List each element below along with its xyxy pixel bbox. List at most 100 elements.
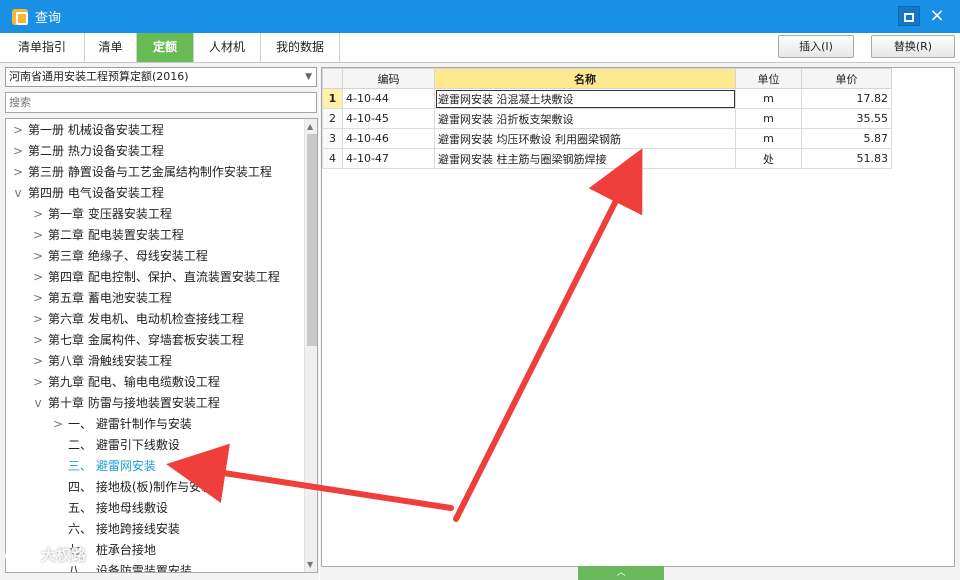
price-cell[interactable]: 51.83: [801, 148, 892, 169]
unit-cell[interactable]: m: [735, 108, 802, 129]
maximize-icon: [904, 13, 914, 22]
chevron-right-icon[interactable]: >: [31, 225, 45, 246]
table-row[interactable]: 1 4-10-44 避雷网安装 沿混凝土块敷设 m 17.82: [322, 88, 892, 109]
row-number-header[interactable]: [322, 68, 343, 89]
tree-item[interactable]: > 第四章 配电控制、保护、直流装置安装工程: [31, 267, 280, 288]
tree-item-label: 第四册 电气设备安装工程: [28, 186, 164, 200]
tree-item-label: 二、 避雷引下线敷设: [68, 438, 180, 452]
table-row[interactable]: 3 4-10-46 避雷网安装 均压环敷设 利用圈梁钢筋 m 5.87: [322, 128, 892, 149]
scroll-down-icon[interactable]: ▼: [307, 560, 313, 569]
unit-cell[interactable]: m: [735, 88, 802, 109]
tree-item[interactable]: > 一、 避雷针制作与安装: [51, 414, 192, 435]
tab-my-data[interactable]: 我的数据: [261, 33, 340, 62]
tree-item-label: 第七章 金属构件、穿墙套板安装工程: [48, 333, 244, 347]
tree-item[interactable]: 五、 接地母线敷设: [51, 498, 168, 519]
tree-item[interactable]: v 第四册 电气设备安装工程: [11, 183, 164, 204]
chevron-right-icon[interactable]: >: [11, 162, 25, 183]
tree-item[interactable]: > 第七章 金属构件、穿墙套板安装工程: [31, 330, 244, 351]
tree-item[interactable]: 六、 接地跨接线安装: [51, 519, 180, 540]
tree-item[interactable]: > 第一册 机械设备安装工程: [11, 120, 164, 141]
scroll-thumb[interactable]: [307, 134, 317, 346]
top-toolbar: 清单指引 清单 定额 人材机 我的数据 插入(I) 替换(R): [0, 33, 960, 63]
tree-item-label: 第一章 变压器安装工程: [48, 207, 172, 221]
tab-list-guide[interactable]: 清单指引: [0, 33, 85, 62]
unit-cell[interactable]: 处: [735, 148, 802, 169]
chevron-right-icon[interactable]: >: [11, 120, 25, 141]
code-header[interactable]: 编码: [342, 68, 435, 89]
tree-item[interactable]: 三、 避雷网安装: [51, 456, 156, 477]
chevron-right-icon[interactable]: >: [31, 309, 45, 330]
tree-item-label: 一、 避雷针制作与安装: [68, 417, 192, 431]
tree-item-label: 第五章 蓄电池安装工程: [48, 291, 172, 305]
window-titlebar: 查询 ×: [0, 0, 960, 33]
code-cell[interactable]: 4-10-46: [342, 128, 435, 149]
chevron-right-icon[interactable]: >: [31, 288, 45, 309]
row-number[interactable]: 3: [322, 128, 343, 149]
tab-labor-material-machine[interactable]: 人材机: [194, 33, 261, 62]
chevron-right-icon[interactable]: >: [31, 351, 45, 372]
search-input[interactable]: [5, 92, 317, 113]
tree-item[interactable]: 四、 接地极(板)制作与安装: [51, 477, 213, 498]
tree-item[interactable]: > 第九章 配电、输电电缆敷设工程: [31, 372, 220, 393]
tree-item-label: 六、 接地跨接线安装: [68, 522, 180, 536]
tree-item[interactable]: > 第二章 配电装置安装工程: [31, 225, 184, 246]
price-cell[interactable]: 17.82: [801, 88, 892, 109]
replace-button[interactable]: 替换(R): [871, 35, 955, 58]
tree-item-label: 第十章 防雷与接地装置安装工程: [48, 396, 220, 410]
watermark-logo-icon: [5, 546, 33, 565]
row-number[interactable]: 4: [322, 148, 343, 169]
tree-item-label: 第二册 热力设备安装工程: [28, 144, 164, 158]
name-cell[interactable]: 避雷网安装 沿折板支架敷设: [434, 108, 736, 129]
table-row[interactable]: 2 4-10-45 避雷网安装 沿折板支架敷设 m 35.55: [322, 108, 892, 129]
tree-item[interactable]: v 第十章 防雷与接地装置安装工程: [31, 393, 220, 414]
code-cell[interactable]: 4-10-44: [342, 88, 435, 109]
name-cell[interactable]: 避雷网安装 沿混凝土块敷设: [434, 88, 736, 109]
tree-item-label: 第三册 静置设备与工艺金属结构制作安装工程: [28, 165, 272, 179]
quota-table: 编码 名称 单位 单价 1 4-10-44 避雷网安装 沿混凝土块敷设 m 17.82 2 4-1…: [322, 68, 892, 169]
price-cell[interactable]: 5.87: [801, 128, 892, 149]
tree-item[interactable]: > 第一章 变压器安装工程: [31, 204, 172, 225]
chevron-right-icon[interactable]: >: [11, 141, 25, 162]
price-cell[interactable]: 35.55: [801, 108, 892, 129]
chevron-right-icon[interactable]: >: [31, 204, 45, 225]
chevron-right-icon[interactable]: >: [31, 246, 45, 267]
chevron-right-icon[interactable]: >: [31, 372, 45, 393]
chevron-right-icon[interactable]: >: [31, 267, 45, 288]
tree-item[interactable]: > 第三章 绝缘子、母线安装工程: [31, 246, 208, 267]
tab-list[interactable]: 清单: [85, 33, 137, 62]
tree-item[interactable]: > 第二册 热力设备安装工程: [11, 141, 164, 162]
tree-item-label: 四、 接地极(板)制作与安装: [68, 480, 214, 494]
name-cell[interactable]: 避雷网安装 均压环敷设 利用圈梁钢筋: [434, 128, 736, 149]
chevron-down-icon[interactable]: v: [31, 393, 45, 414]
close-button[interactable]: ×: [926, 6, 948, 26]
table-row[interactable]: 4 4-10-47 避雷网安装 柱主筋与圈梁钢筋焊接处 51.83: [322, 148, 892, 169]
left-pane: 河南省通用安装工程预算定额(2016) ▼ ▲ ▼ >第一册 机械设备安装工程>…: [0, 63, 319, 580]
row-number[interactable]: 2: [322, 108, 343, 129]
chevron-down-icon[interactable]: v: [11, 183, 25, 204]
tree-scrollbar[interactable]: ▲ ▼: [304, 119, 317, 572]
code-cell[interactable]: 4-10-47: [342, 148, 435, 169]
maximize-button[interactable]: [898, 6, 920, 26]
tab-quota[interactable]: 定额: [137, 33, 194, 62]
tree-item[interactable]: > 第六章 发电机、电动机检查接线工程: [31, 309, 244, 330]
price-header[interactable]: 单价: [801, 68, 892, 89]
tree-item-label: 三、 避雷网安装: [68, 459, 156, 473]
unit-cell[interactable]: m: [735, 128, 802, 149]
code-cell[interactable]: 4-10-45: [342, 108, 435, 129]
tree-item[interactable]: 二、 避雷引下线敷设: [51, 435, 180, 456]
name-header[interactable]: 名称: [434, 68, 736, 89]
tree-item[interactable]: > 第八章 滑触线安装工程: [31, 351, 172, 372]
row-number[interactable]: 1: [322, 88, 343, 109]
tree-item[interactable]: > 第三册 静置设备与工艺金属结构制作安装工程: [11, 162, 272, 183]
chevron-right-icon[interactable]: >: [31, 330, 45, 351]
unit-header[interactable]: 单位: [735, 68, 802, 89]
tree-item[interactable]: > 第五章 蓄电池安装工程: [31, 288, 172, 309]
watermark-text: 大权路: [41, 546, 87, 564]
scroll-up-icon[interactable]: ▲: [307, 122, 313, 131]
chevron-right-icon[interactable]: >: [51, 414, 65, 435]
insert-button[interactable]: 插入(I): [778, 35, 854, 58]
quota-library-select[interactable]: 河南省通用安装工程预算定额(2016) ▼: [5, 67, 317, 87]
name-cell[interactable]: 避雷网安装 柱主筋与圈梁钢筋焊接: [434, 148, 736, 169]
splitter-grip[interactable]: ︿: [578, 566, 664, 580]
tree-item-label: 第三章 绝缘子、母线安装工程: [48, 249, 208, 263]
